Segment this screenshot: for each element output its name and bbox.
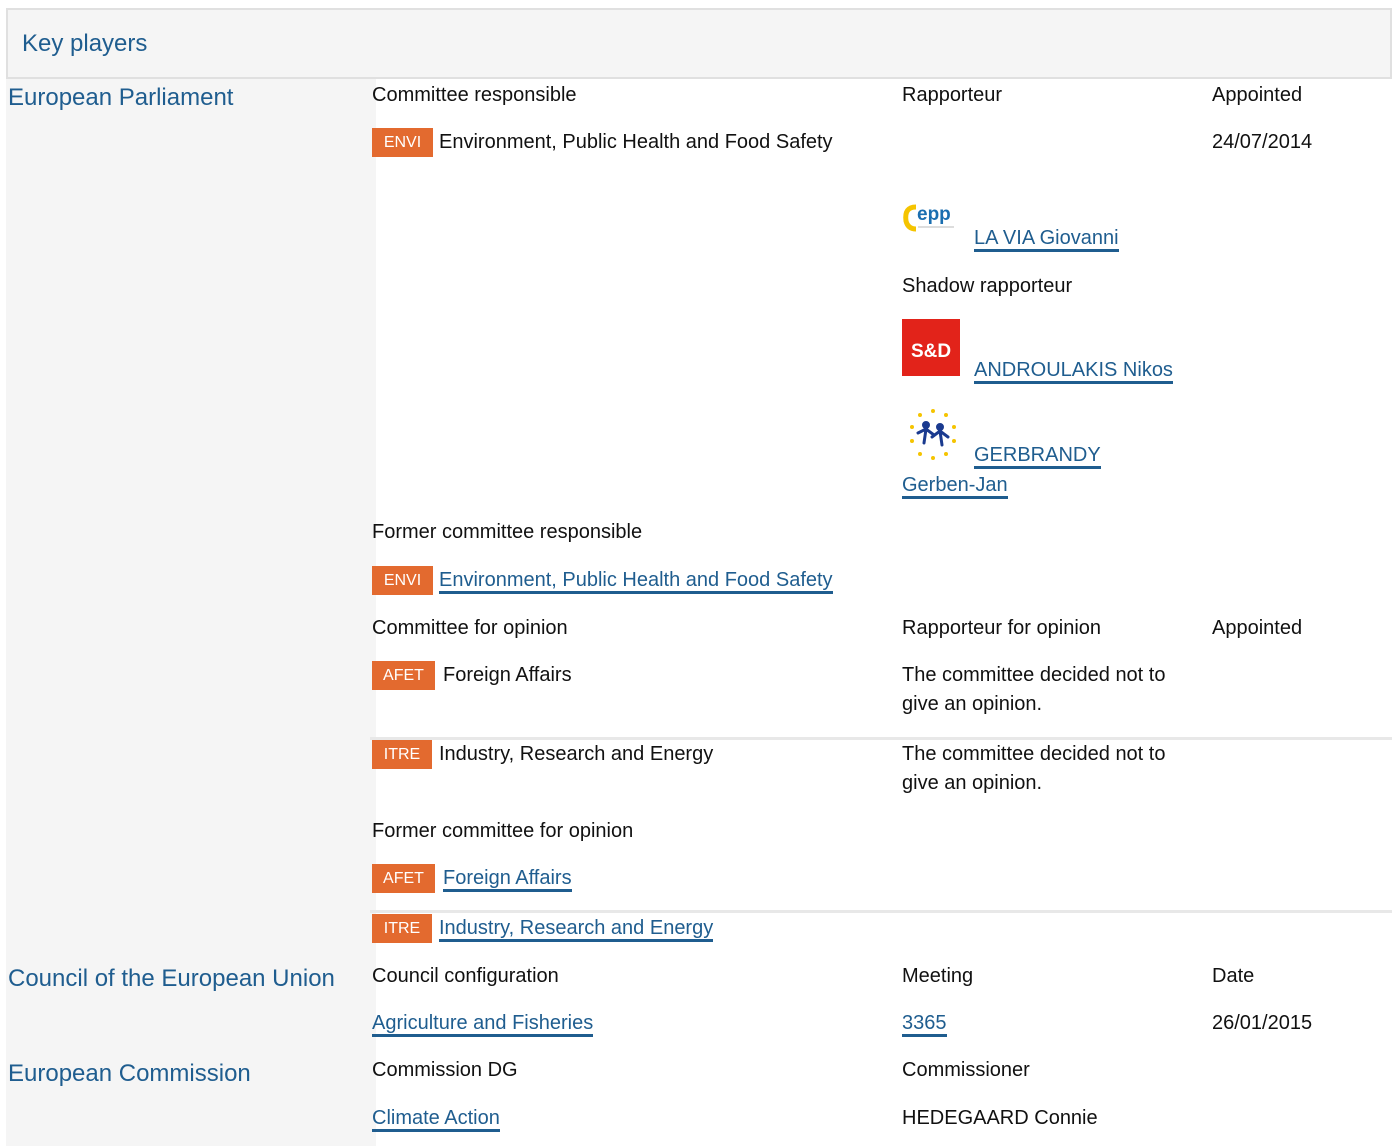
shadow-rapporteur-2-line2[interactable]: Gerben-Jan — [902, 474, 1008, 499]
former-committee-responsible-label: Former committee responsible — [372, 521, 643, 543]
council-configuration-link-text[interactable]: Agriculture and Fisheries — [372, 1012, 594, 1037]
epp-logo-text: epp — [917, 204, 951, 225]
committee-for-opinion-header: Committee for opinion — [372, 617, 568, 639]
council-configuration-header: Council configuration — [372, 965, 559, 987]
shadow-rapporteur-label: Shadow rapporteur — [902, 275, 1073, 297]
opinion-rapporteur-text-cont: give an opinion. — [902, 693, 1043, 715]
former-opinion-link-text[interactable]: Industry, Research and Energy — [439, 917, 714, 942]
opinion-committee-name: Industry, Research and Energy — [439, 743, 714, 765]
shadow-rapporteur-2-line1[interactable]: GERBRANDY — [974, 444, 1101, 469]
council-date: 26/01/2015 — [1212, 1012, 1313, 1034]
alde-group-logo — [902, 405, 964, 463]
council-title: Council of the European Union — [8, 965, 335, 992]
former-committee-link-text[interactable]: Environment, Public Health and Food Safe… — [439, 569, 833, 594]
committee-responsible-header: Committee responsible — [372, 84, 577, 106]
rapporteur-for-opinion-header: Rapporteur for opinion — [902, 617, 1102, 639]
appointed-date: 24/07/2014 — [1212, 131, 1313, 153]
meeting-header: Meeting — [902, 965, 974, 987]
meeting-link[interactable]: 3365 — [902, 1009, 947, 1038]
opinion-badge-afet: AFET — [372, 661, 435, 690]
former-opinion-link[interactable]: Industry, Research and Energy — [439, 914, 714, 943]
rapporteur-header: Rapporteur — [902, 84, 1003, 106]
opinion-badge-itre: ITRE — [372, 740, 432, 769]
opinion-rapporteur-text: The committee decided not to — [902, 743, 1166, 765]
opinion-appointed-header: Appointed — [1212, 617, 1303, 639]
council-configuration-link[interactable]: Agriculture and Fisheries — [372, 1009, 594, 1038]
commission-dg-link[interactable]: Climate Action — [372, 1104, 500, 1133]
european-parliament-title: European Parliament — [8, 84, 234, 111]
epp-group-logo: epp — [902, 185, 964, 245]
commission-dg-header: Commission DG — [372, 1059, 518, 1081]
sd-group-logo: S&D — [902, 319, 960, 376]
former-opinion-badge-itre: ITRE — [372, 914, 432, 943]
former-committee-badge-envi: ENVI — [372, 566, 433, 595]
former-committee-link[interactable]: Environment, Public Health and Food Safe… — [439, 566, 833, 595]
key-players-title: Key players — [22, 30, 148, 57]
committee-name: Environment, Public Health and Food Safe… — [439, 131, 833, 153]
commission-dg-link-text[interactable]: Climate Action — [372, 1107, 500, 1132]
rapporteur-link[interactable]: LA VIA Giovanni — [974, 224, 1119, 253]
commissioner-header: Commissioner — [902, 1059, 1030, 1081]
shadow-rapporteur-link-text[interactable]: ANDROULAKIS Nikos — [974, 359, 1173, 384]
former-committee-for-opinion-label: Former committee for opinion — [372, 820, 634, 842]
rapporteur-link-text[interactable]: LA VIA Giovanni — [974, 227, 1119, 252]
row-separator — [370, 910, 1392, 913]
opinion-committee-name: Foreign Affairs — [443, 664, 572, 686]
shadow-rapporteur-link-2-cont[interactable]: Gerben-Jan — [902, 471, 1008, 500]
opinion-rapporteur-text: The committee decided not to — [902, 664, 1166, 686]
date-header: Date — [1212, 965, 1255, 987]
sd-logo-text: S&D — [911, 341, 951, 362]
commission-title: European Commission — [8, 1060, 251, 1087]
commissioner-name: HEDEGAARD Connie — [902, 1107, 1098, 1129]
committee-badge-envi: ENVI — [372, 128, 433, 157]
shadow-rapporteur-link[interactable]: ANDROULAKIS Nikos — [974, 356, 1173, 385]
former-opinion-link[interactable]: Foreign Affairs — [443, 864, 572, 893]
shadow-rapporteur-link-2[interactable]: GERBRANDY — [974, 441, 1101, 470]
opinion-rapporteur-text-cont: give an opinion. — [902, 772, 1043, 794]
former-opinion-badge-afet: AFET — [372, 864, 435, 893]
appointed-header: Appointed — [1212, 84, 1303, 106]
meeting-link-text[interactable]: 3365 — [902, 1012, 947, 1037]
key-players-header — [6, 8, 1392, 79]
former-opinion-link-text[interactable]: Foreign Affairs — [443, 867, 572, 892]
